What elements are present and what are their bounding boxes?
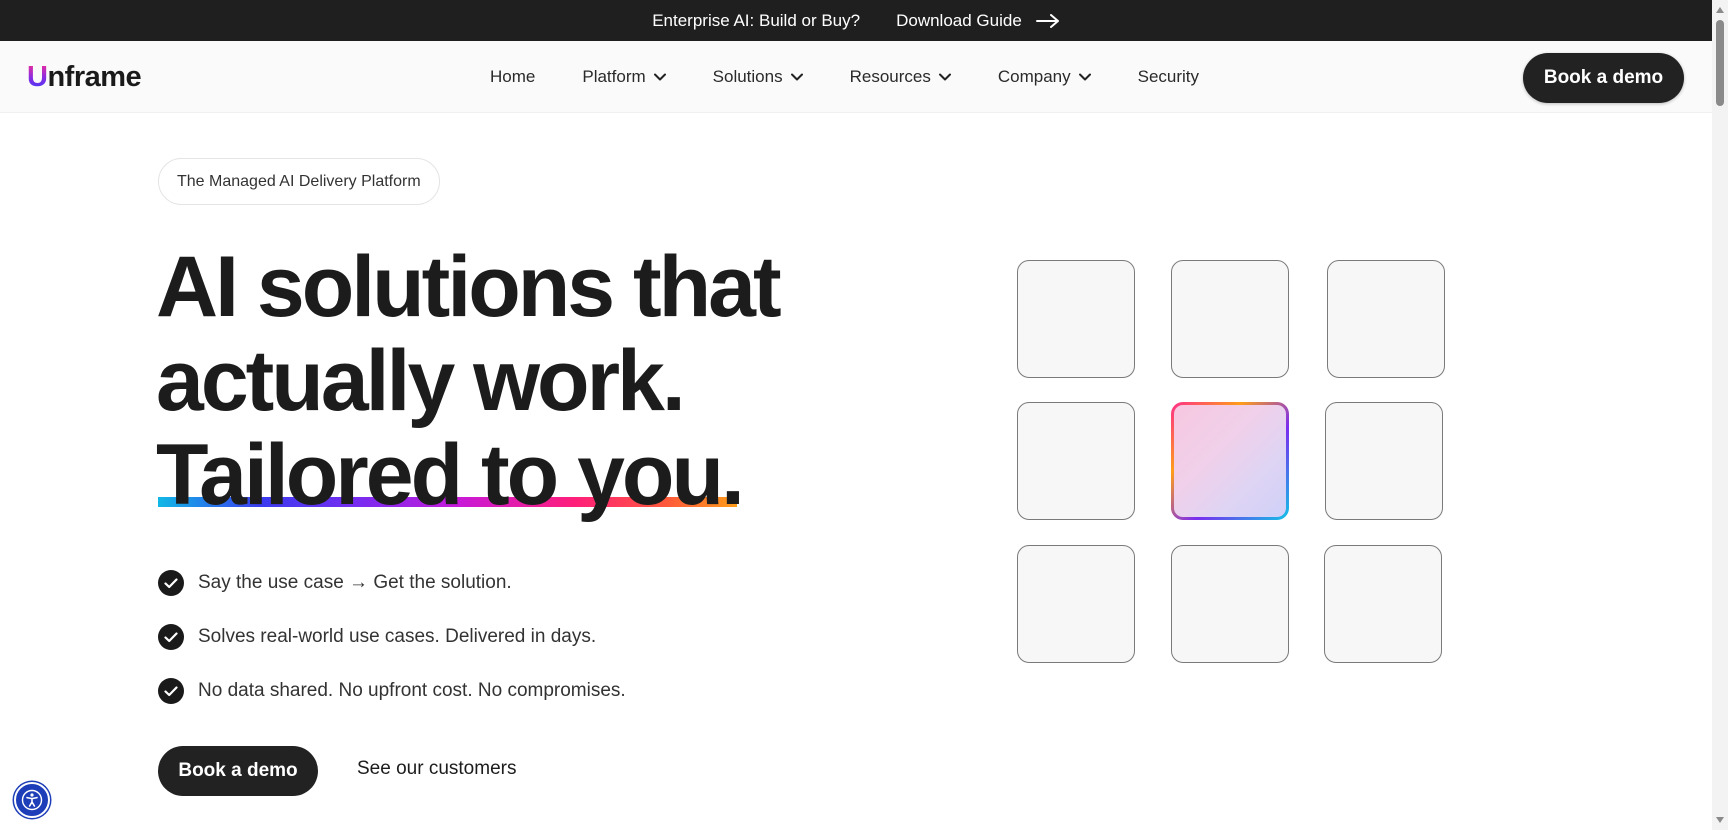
nav-item-label: Security — [1137, 67, 1200, 86]
eyebrow-pill: The Managed AI Delivery Platform — [158, 158, 440, 205]
nav-item-home[interactable]: Home — [490, 67, 535, 87]
grid-tile — [1017, 545, 1135, 663]
download-guide-link[interactable]: Download Guide — [896, 11, 1060, 31]
grid-tile — [1325, 402, 1443, 520]
nav-item-label: Solutions — [712, 67, 783, 86]
scrollbar-thumb[interactable] — [1716, 20, 1724, 106]
eyebrow-text: The Managed AI Delivery Platform — [177, 172, 421, 190]
grid-tile — [1171, 260, 1289, 378]
top-nav: Unframe Home Platform Solutions Resource… — [0, 41, 1712, 113]
nav-item-solutions[interactable]: Solutions — [713, 67, 803, 87]
headline-line-1: AI solutions that — [156, 239, 782, 335]
check-circle-icon — [158, 678, 184, 704]
nav-item-label: Resources — [849, 67, 931, 86]
chevron-down-icon — [1078, 73, 1091, 81]
logo-text: nframe — [47, 61, 142, 93]
nav-item-label: Platform — [582, 67, 646, 86]
nav-item-company[interactable]: Company — [998, 67, 1091, 87]
chevron-down-icon — [790, 73, 803, 81]
announcement-text: Enterprise AI: Build or Buy? — [652, 10, 861, 30]
grid-tile — [1327, 260, 1445, 378]
check-circle-icon — [158, 624, 184, 650]
logo-letter-u: U — [27, 61, 48, 93]
nav-item-security[interactable]: Security — [1138, 67, 1199, 87]
checklist-item: Solves real-world use cases. Delivered i… — [158, 610, 626, 664]
announcement-bar: Enterprise AI: Build or Buy? Download Gu… — [0, 0, 1712, 41]
nav-item-label: Company — [997, 67, 1071, 86]
accessibility-icon — [21, 789, 43, 811]
checklist-text: No data shared. No upfront cost. No comp… — [198, 680, 626, 701]
nav-item-label: Home — [490, 67, 536, 86]
scroll-down-icon[interactable] — [1712, 812, 1728, 828]
checklist-text: Solves real-world use cases. Delivered i… — [198, 626, 597, 647]
arrow-right-icon — [1035, 13, 1059, 28]
chevron-down-icon — [653, 73, 666, 81]
hero-headline: AI solutions that actually work. Tailore… — [156, 239, 782, 523]
accessibility-button[interactable] — [14, 782, 50, 818]
checklist-text: Say the use case → Get the solution. — [198, 572, 512, 593]
nav-item-platform[interactable]: Platform — [582, 67, 666, 87]
unframe-logo[interactable]: Unframe — [27, 61, 142, 94]
grid-tile — [1017, 260, 1135, 378]
scroll-up-icon[interactable] — [1712, 2, 1728, 18]
grid-tile-active — [1171, 402, 1289, 520]
headline-highlight: Tailored to you. — [156, 427, 745, 523]
book-demo-button[interactable]: Book a demo — [1523, 53, 1684, 103]
grid-tile — [1017, 402, 1135, 520]
chevron-down-icon — [938, 73, 951, 81]
checklist-item: Say the use case → Get the solution. — [158, 556, 626, 610]
page-scrollbar[interactable] — [1712, 0, 1728, 830]
check-circle-icon — [158, 570, 184, 596]
nav-item-resources[interactable]: Resources — [850, 67, 951, 87]
headline-line-3: Tailored to you. — [156, 427, 745, 523]
feature-checklist: Say the use case → Get the solution. Sol… — [158, 556, 626, 718]
see-customers-link[interactable]: See our customers — [357, 758, 516, 780]
grid-tile — [1324, 545, 1442, 663]
download-guide-label: Download Guide — [896, 10, 1022, 30]
checklist-item: No data shared. No upfront cost. No comp… — [158, 664, 626, 718]
grid-tile — [1171, 545, 1289, 663]
hero-book-demo-button[interactable]: Book a demo — [158, 746, 318, 796]
headline-line-2: actually work. — [156, 333, 686, 429]
nav-menu: Home Platform Solutions Resources Compan… — [490, 41, 1246, 113]
